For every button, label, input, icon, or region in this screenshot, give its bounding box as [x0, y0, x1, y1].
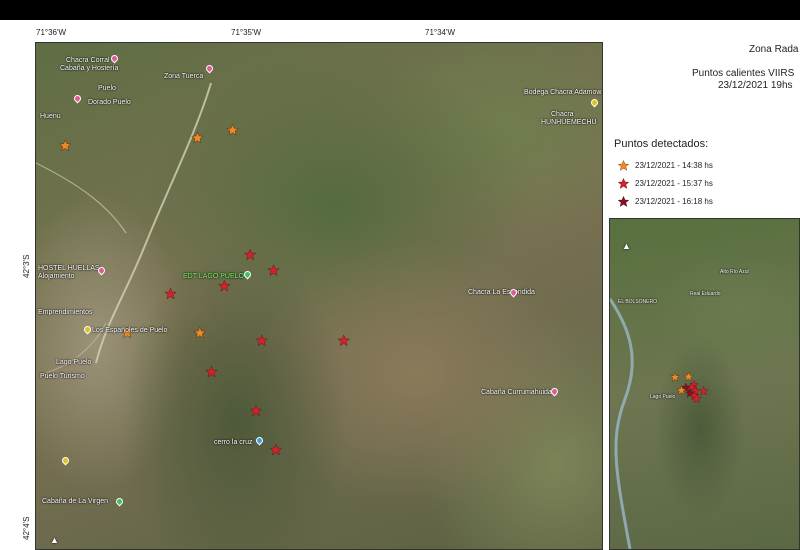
place-puelo-turismo: Puelo Turismo	[40, 373, 85, 380]
legend-item-3: 23/12/2021 - 16:18 hs	[617, 196, 713, 208]
inset-north-arrow-icon: ▲	[622, 241, 631, 251]
fire-point-star-icon[interactable]	[337, 334, 350, 347]
fire-point-star-icon[interactable]	[59, 139, 72, 152]
place-hostel-huellas: HOSTEL HUELLAS	[38, 265, 100, 272]
north-arrow-icon: ▲	[50, 535, 59, 545]
fire-point-star-icon[interactable]	[255, 334, 269, 347]
fire-point-star-icon[interactable]	[205, 365, 218, 378]
coord-left-1: 42°3'S	[22, 254, 31, 278]
inset-place-bolsonero: EL BOLSONERO	[618, 299, 657, 305]
legend-title: Puntos detectados:	[614, 138, 709, 150]
place-cabana-currumahuida: Cabaña Currumahuida	[481, 389, 552, 396]
river	[610, 298, 634, 549]
place-cabana-virgen: Cabaña de La Virgen	[42, 498, 109, 505]
star-icon	[617, 196, 630, 208]
fire-point-star-icon[interactable]	[249, 404, 263, 417]
place-zona-tuerca: Zona Tuerca	[164, 73, 204, 80]
place-dorado-puelo: Dorado Puelo	[88, 99, 131, 106]
top-black-bar	[0, 0, 800, 20]
map-subtitle: Puntos calientes VIIRS	[692, 68, 795, 79]
map-title: Zona Rada	[749, 44, 799, 55]
fire-point-star-icon[interactable]	[193, 326, 207, 339]
coord-top-3: 71°34'W	[425, 28, 456, 37]
road-secondary	[36, 162, 127, 234]
inset-map[interactable]: EL BOLSONERO Alto Río Azul Real Eduardo …	[609, 218, 800, 550]
place-lago-puelo: Lago Puelo	[56, 359, 92, 366]
place-chacra-escondida: Chacra La Escondida	[468, 289, 535, 296]
star-icon	[617, 160, 630, 172]
coord-left-2: 42°4'S	[22, 516, 31, 540]
coord-top-2: 71°35'W	[231, 28, 262, 37]
fire-point-star-icon[interactable]	[683, 371, 694, 382]
main-map[interactable]: Chacra Corral Cabaña y Hostería Zona Tue…	[35, 42, 603, 550]
place-edt-lago-puelo: EDT LAGO PUELO	[183, 273, 244, 280]
place-chacra-corral: Chacra Corral	[66, 57, 110, 64]
fire-point-star-icon[interactable]	[218, 279, 231, 292]
legend-label-3: 23/12/2021 - 16:18 hs	[635, 197, 713, 206]
place-bodega-chacra: Bodega Chacra Adamow	[524, 89, 602, 96]
place-alojamiento: Alojamiento	[38, 273, 75, 280]
star-icon	[617, 178, 630, 190]
inset-overlay	[610, 298, 709, 549]
place-chacra: Chacra	[551, 111, 574, 118]
fire-point-star-icon[interactable]	[226, 123, 239, 136]
inset-fire-points	[670, 371, 709, 404]
map-overlay	[36, 82, 350, 456]
place-emprendimientos: Emprendimientos	[38, 309, 93, 316]
place-hunhuemechu: HUNHUEMECHU	[541, 119, 597, 126]
place-cabana-hosteria: Cabaña y Hostería	[60, 65, 119, 72]
inset-place-alto-rio-azul: Alto Río Azul	[720, 269, 749, 275]
map-date: 23/12/2021 19hs	[718, 80, 793, 91]
fire-point-star-icon[interactable]	[269, 443, 283, 456]
fire-point-star-icon[interactable]	[164, 287, 177, 300]
place-huenu: Huenu	[40, 113, 61, 120]
coord-top-1: 71°36'W	[36, 28, 67, 37]
legend-item-1: 23/12/2021 - 14:38 hs	[617, 160, 713, 172]
place-cerro-la-cruz: cerro la cruz	[214, 439, 253, 446]
fire-point-star-icon[interactable]	[267, 264, 280, 276]
inset-place-real-eduardo: Real Eduardo	[690, 291, 721, 297]
inset-place-lago-puelo: Lago Puelo	[650, 394, 676, 400]
place-puelo: Puelo	[98, 85, 116, 92]
fire-point-star-icon[interactable]	[670, 372, 680, 382]
fire-point-star-icon[interactable]	[243, 248, 257, 261]
fire-points	[59, 123, 350, 456]
road-main	[95, 82, 212, 364]
fire-point-star-icon[interactable]	[698, 385, 709, 396]
legend-label-2: 23/12/2021 - 15:37 hs	[635, 179, 713, 188]
legend-item-2: 23/12/2021 - 15:37 hs	[617, 178, 713, 190]
place-espanoles: Los Españoles de Puelo	[92, 327, 168, 334]
legend-label-1: 23/12/2021 - 14:38 hs	[635, 161, 713, 170]
